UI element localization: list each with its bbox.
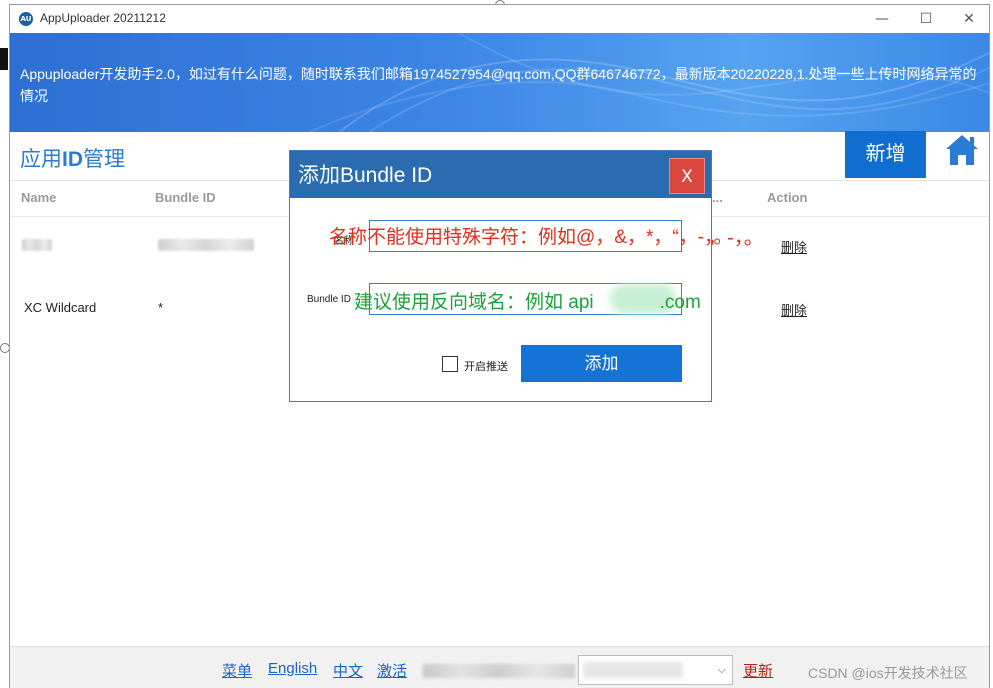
close-window-button[interactable]: ✕: [947, 8, 989, 30]
app-logo-icon: AU: [19, 12, 33, 26]
page-title: 应用ID管理: [20, 143, 125, 173]
notice-banner: Appuploader开发助手2.0，如过有什么问题，随时联系我们邮箱19745…: [10, 33, 989, 132]
footer-link-english[interactable]: English: [268, 660, 317, 677]
footer-link-menu[interactable]: 菜单: [222, 660, 252, 681]
redacted-bundle-id: [158, 239, 254, 251]
maximize-button[interactable]: ☐: [904, 8, 948, 30]
delete-link[interactable]: 删除: [781, 237, 807, 256]
row-name: XC Wildcard: [24, 300, 97, 315]
bundle-id-field-label: Bundle ID: [307, 294, 351, 305]
account-select[interactable]: ⌵: [578, 655, 733, 685]
update-link[interactable]: 更新: [743, 660, 773, 681]
background-window-edge: [0, 48, 8, 70]
bundle-id-hint-text: 建议使用反向域名：例如 api .com: [354, 287, 701, 314]
submit-add-button[interactable]: 添加: [521, 345, 682, 382]
chevron-down-icon: ⌵: [717, 663, 726, 676]
bundle-id-hint-prefix: 建议使用反向域名：例如 api: [354, 292, 594, 313]
footer-link-activate[interactable]: 激活: [377, 660, 407, 681]
row-bundle-id: *: [158, 300, 164, 315]
title-bar[interactable]: AU AppUploader 20211212 — ☐ ✕: [10, 5, 989, 33]
footer-link-chinese[interactable]: 中文: [333, 660, 363, 681]
redacted-name: [22, 239, 52, 251]
column-header-truncated: ...: [712, 190, 723, 205]
redacted-account-info: [423, 664, 575, 678]
add-new-button[interactable]: 新增: [845, 131, 926, 178]
dialog-header[interactable]: 添加Bundle ID X: [290, 151, 711, 198]
bundle-id-hint-suffix: .com: [659, 292, 701, 313]
footer-bar: 菜单 English 中文 激活 ⌵ 更新 CSDN @ios开发技术社区: [10, 646, 989, 688]
watermark-text: CSDN @ios开发技术社区: [808, 665, 968, 681]
push-checkbox-label: 开启推送: [464, 361, 508, 373]
minimize-button[interactable]: —: [860, 8, 904, 30]
dialog-close-button[interactable]: X: [669, 158, 705, 194]
home-icon[interactable]: [944, 132, 980, 168]
column-header-action: Action: [767, 190, 808, 205]
page-title-bold: ID: [62, 148, 83, 171]
page-title-prefix: 应用: [20, 148, 62, 171]
banner-notice-text: Appuploader开发助手2.0，如过有什么问题，随时联系我们邮箱19745…: [20, 66, 977, 104]
push-checkbox[interactable]: [442, 356, 458, 372]
add-bundle-id-dialog: 添加Bundle ID X 名称 名称不能使用特殊字符：例如@，&，*，“，-，…: [289, 150, 733, 402]
column-header-name: Name: [21, 190, 57, 205]
delete-link[interactable]: 删除: [781, 300, 807, 319]
dialog-title: 添加Bundle ID: [298, 164, 433, 187]
window-title: AppUploader 20211212: [40, 11, 166, 25]
name-hint-text: 名称不能使用特殊字符：例如@，&，*，“，-，。: [329, 227, 733, 248]
redacted-select-value: [583, 662, 683, 678]
column-header-bundle-id: Bundle ID: [155, 190, 216, 205]
page-title-suffix: 管理: [83, 148, 125, 171]
